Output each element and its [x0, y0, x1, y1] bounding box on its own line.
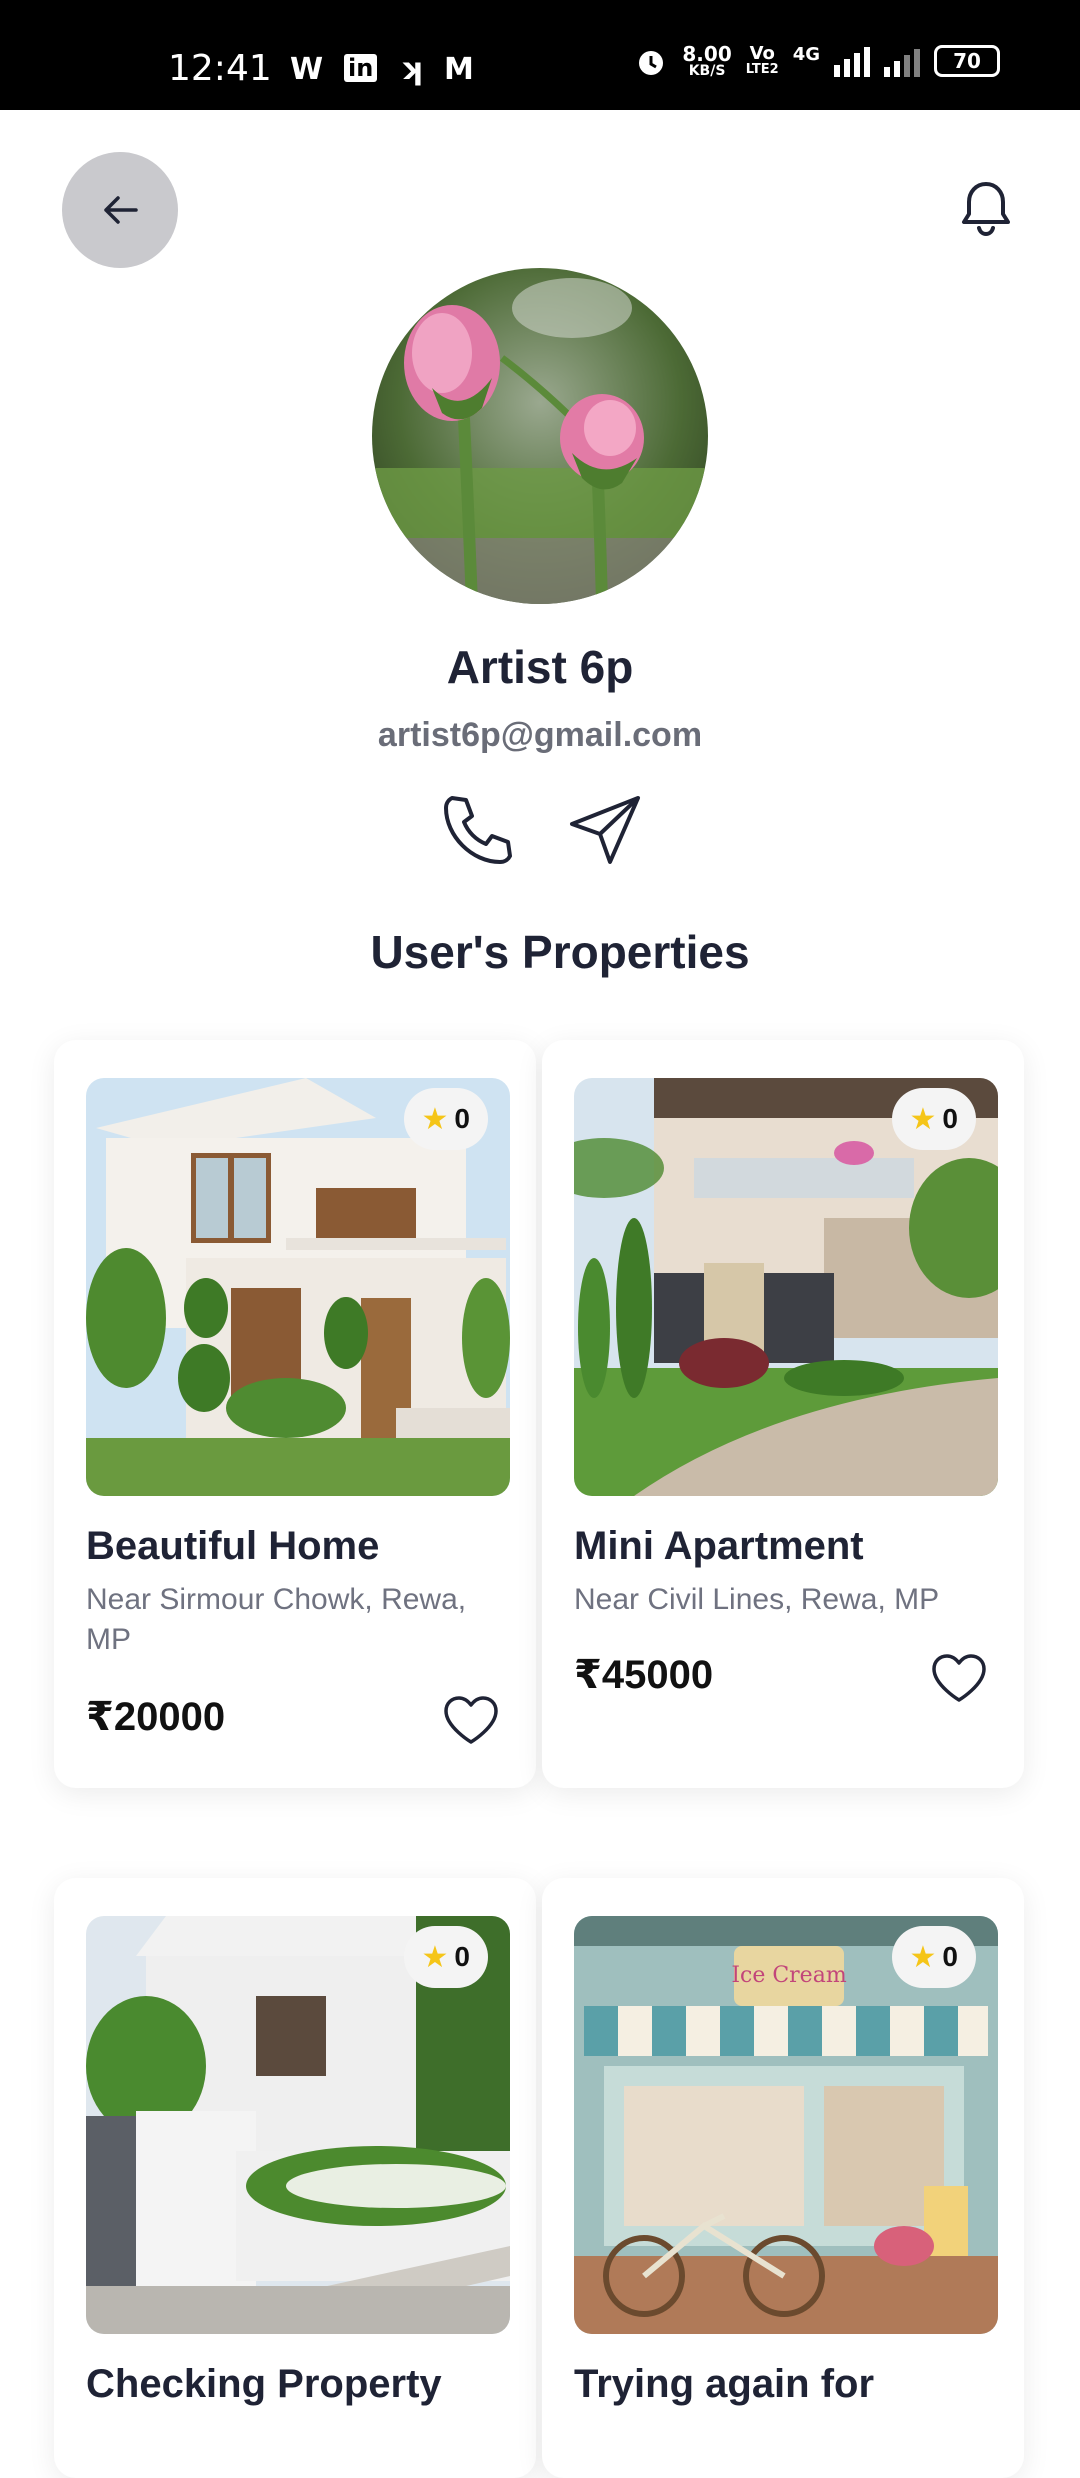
app-notification-icon: ʞ — [400, 52, 422, 87]
signal-icon — [834, 45, 870, 77]
send-icon[interactable] — [566, 790, 646, 870]
svg-text:Ice Cream: Ice Cream — [731, 1963, 847, 1988]
property-title: Beautiful Home — [86, 1524, 380, 1568]
rating-badge: ★ 0 — [403, 1088, 488, 1150]
lte-label: LTE2 — [745, 62, 779, 77]
volte-label: Vo — [749, 43, 775, 64]
profile-email[interactable]: artist6p@gmail.com — [0, 716, 1080, 755]
heart-icon[interactable] — [930, 1652, 988, 1704]
star-icon: ★ — [909, 1940, 937, 1974]
phone-icon[interactable] — [438, 790, 518, 870]
property-image[interactable]: ★ 0 — [86, 1916, 510, 2334]
avatar — [372, 268, 708, 604]
heart-icon[interactable] — [442, 1694, 500, 1746]
star-icon: ★ — [421, 1102, 449, 1136]
property-card[interactable]: ★ 0 Mini Apartment Near Civil Lines, Rew… — [542, 1040, 1024, 1788]
star-icon: ★ — [421, 1940, 449, 1974]
property-card[interactable]: ★ 0 Beautiful Home Near Sirmour Chowk, R… — [54, 1040, 536, 1788]
back-button[interactable] — [62, 152, 178, 268]
volte-indicator: Vo LTE2 — [746, 45, 779, 77]
property-price: ₹45000 — [574, 1653, 714, 1697]
avatar-rose-image — [372, 268, 708, 604]
speed-unit: KB/S — [688, 63, 726, 79]
linkedin-icon: in — [344, 54, 378, 82]
status-right-icons: 8.00 KB/S Vo LTE2 4G 70 — [634, 44, 1000, 78]
property-location: Near Civil Lines, Rewa, MP — [574, 1583, 940, 1616]
rating-badge: ★ 0 — [891, 1088, 976, 1150]
battery-level: 70 — [953, 49, 981, 73]
property-title: Checking Property — [86, 2362, 442, 2406]
arrow-left-icon — [104, 196, 138, 224]
property-image[interactable]: Ice Cream ★ 0 — [574, 1916, 998, 2334]
property-location: Near Sirmour Chowk, Rewa, MP — [86, 1583, 467, 1656]
app-notification-icon: W — [290, 52, 324, 87]
network-type: 4G — [792, 44, 820, 65]
star-icon: ★ — [909, 1102, 937, 1136]
rating-value: 0 — [454, 1941, 470, 1972]
battery-icon: 70 — [934, 45, 1000, 77]
bell-icon[interactable] — [954, 176, 1018, 240]
profile-name: Artist 6p — [446, 641, 634, 693]
rating-value: 0 — [454, 1103, 470, 1134]
status-time: 12:41 — [168, 48, 272, 89]
network-speed: 8.00 KB/S — [682, 44, 731, 78]
property-image[interactable]: ★ 0 — [574, 1078, 998, 1496]
signal-icon-2 — [884, 45, 920, 77]
rating-badge: ★ 0 — [403, 1926, 488, 1988]
property-title: Trying again for — [574, 2362, 875, 2406]
gmail-icon: M — [444, 52, 474, 87]
property-image[interactable]: ★ 0 — [86, 1078, 510, 1496]
property-card[interactable]: ★ 0 Checking Property — [54, 1878, 536, 2478]
rating-value: 0 — [942, 1103, 958, 1134]
rating-value: 0 — [942, 1941, 958, 1972]
property-title: Mini Apartment — [574, 1524, 864, 1568]
speed-value: 8.00 — [682, 42, 732, 66]
status-bar: 12:41 W in ʞ M 8.00 KB/S Vo LTE2 4G 70 — [0, 0, 1080, 110]
property-price: ₹20000 — [86, 1695, 226, 1739]
property-card[interactable]: Ice Cream ★ 0 Trying again for — [542, 1878, 1024, 2478]
alarm-icon — [639, 51, 664, 75]
rating-badge: ★ 0 — [891, 1926, 976, 1988]
section-title: User's Properties — [370, 926, 750, 978]
